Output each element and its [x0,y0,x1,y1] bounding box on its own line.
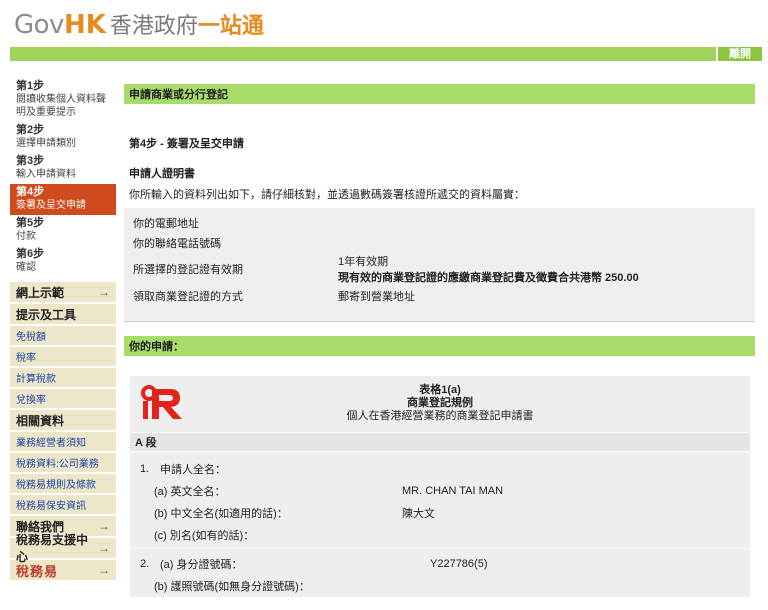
menu-link-etax-security[interactable]: 稅務易保安資訊 [10,495,116,516]
govhk-logo[interactable]: Gov HK 香港政府 一站通 [14,8,264,42]
arrow-right-icon: → [98,519,110,533]
question-label: 申請人全名： [160,464,226,476]
logo-hk-text: HK [63,10,106,40]
menu-link-label: 計算稅款 [16,374,56,385]
sidebar: 第1步 閱讀收集個人資料聲明及重要提示 第2步 選擇申請類別 第3步 輸入申請資… [10,78,116,580]
menu-header-tips-tools: 提示及工具 [10,304,116,326]
question-1: 1. 申請人全名： (a) 英文全名： MR. CHAN TAI MAN (b)… [130,452,750,546]
summary-box: 你的電郵地址 你的聯絡電話號碼 所選擇的登記證有效期 1年有效期 現有效的商業登… [124,208,755,322]
menu-support-centre[interactable]: 稅務易支援中心 → [10,533,116,564]
step-title: 第5步 [16,217,45,229]
menu-label: 網上示範 [16,285,65,300]
summary-value: 1年有效期 現有效的商業登記證的應繳商業登記費及徵費合共港幣 250.00 [338,253,746,285]
application-form: 表格1(a) 商業登記規例 個人在香港經營業務的商業登記申請書 A 段 1. 申… [130,376,750,597]
step-title: 第1步 [16,80,45,92]
validity-fee: 現有效的商業登記證的應繳商業登記費及徵費合共港幣 250.00 [338,272,639,284]
step-6: 第6步 確認 [10,246,116,277]
menu-link-label: 稅務易規則及條款 [16,480,96,491]
exit-button[interactable]: 離開 [716,47,762,61]
question-number: 2. [140,558,150,570]
step-4-active: 第4步 簽署及呈交申請 [10,184,116,215]
menu-link-label: 業務經營者須知 [16,438,86,449]
step-desc: 付款 [16,231,36,242]
menu-label: 相關資料 [16,413,65,428]
form-subtitle: 個人在香港經營業務的商業登記申請書 [346,410,534,422]
menu-link-label: 免稅額 [16,332,46,343]
step-title: 第3步 [16,155,45,167]
step-title: 第4步 [16,186,45,198]
step-title: 第6步 [16,248,45,260]
validity-period: 1年有效期 [338,256,389,268]
summary-row-validity: 所選擇的登記證有效期 1年有效期 現有效的商業登記證的應繳商業登記費及徵費合共港… [124,253,755,285]
menu-link-label: 稅務易保安資訊 [16,501,86,512]
step-heading: 第4步 - 簽署及呈交申請 [129,138,244,150]
summary-label: 你的電郵地址 [133,218,199,230]
summary-label: 領取商業登記證的方式 [133,291,243,303]
menu-link-tax-rates[interactable]: 稅率 [10,347,116,368]
field-label: (c) 別名(如有的話)： [154,530,255,542]
chinese-name-value: 陳大文 [402,508,435,520]
ird-logo-icon [140,384,186,429]
form-title: 表格1(a) 商業登記規例 個人在香港經營業務的商業登記申請書 [130,376,750,423]
arrow-right-icon: → [98,563,110,577]
menu-link-allowances[interactable]: 免稅額 [10,326,116,347]
summary-row-method: 領取商業登記證的方式 郵寄到營業地址 [124,285,755,307]
menu-link-label: 稅務資料:公司業務 [16,459,99,470]
arrow-right-icon: → [98,541,110,555]
side-menu: 網上示範 → 提示及工具 免稅額 稅率 計算稅款 兌換率 相關資料 業務經營者須… [10,282,116,580]
summary-label: 所選擇的登記證有效期 [133,264,243,276]
summary-label: 你的聯絡電話號碼 [133,238,221,250]
menu-header-related: 相關資料 [10,410,116,432]
menu-link-exchange-rates[interactable]: 兌換率 [10,389,116,410]
step-5: 第5步 付款 [10,215,116,246]
top-bar: 離開 [10,47,762,61]
english-name-value: MR. CHAN TAI MAN [402,485,504,497]
logo-zh-highlight-text: 一站通 [197,14,264,39]
form-number: 表格1(a) [419,384,461,396]
question-number: 1. [140,463,150,475]
your-application-bar: 你的申請： [124,336,755,356]
etax-calligraphy-logo: 稅務易 [16,564,59,580]
main-content: 申請商業或分行登記 第4步 - 簽署及呈交申請 申請人證明書 你所輸入的資料列出… [124,84,755,597]
field-label: (a) 身分證號碼： [160,559,243,571]
step-3: 第3步 輸入申請資料 [10,153,116,184]
logo-gov-text: Gov [14,10,64,40]
menu-link-tax-company[interactable]: 稅務資料:公司業務 [10,453,116,474]
arrow-right-icon: → [98,285,110,299]
summary-row-email: 你的電郵地址 [124,213,755,233]
id-number-value: Y227786(5) [430,558,488,570]
step-desc: 選擇申請類別 [16,138,76,149]
section-a-header: A 段 [130,432,750,452]
summary-row-phone: 你的聯絡電話號碼 [124,233,755,253]
menu-link-label: 稅率 [16,353,36,364]
section-title-bar: 申請商業或分行登記 [124,84,755,104]
declaration-heading: 申請人證明書 [129,168,195,180]
step-2: 第2步 選擇申請類別 [10,122,116,153]
menu-link-label: 兌換率 [16,395,46,406]
step-desc: 簽署及呈交申請 [16,200,86,211]
intro-text: 你所輸入的資料列出如下，請仔細核對，並透過數碼簽署核證所遞交的資料屬實： [129,189,525,201]
menu-online-demo[interactable]: 網上示範 → [10,282,116,304]
step-desc: 確認 [16,262,36,273]
menu-link-business-notes[interactable]: 業務經營者須知 [10,432,116,453]
field-label: (a) 英文全名： [154,486,226,498]
menu-link-etax-terms[interactable]: 稅務易規則及條款 [10,474,116,495]
form-header: 表格1(a) 商業登記規例 個人在香港經營業務的商業登記申請書 [130,376,750,432]
step-1: 第1步 閱讀收集個人資料聲明及重要提示 [10,78,116,122]
menu-label: 提示及工具 [16,307,77,322]
field-label: (b) 護照號碼(如無身分證號碼)： [154,581,310,593]
form-regulation: 商業登記規例 [407,397,473,409]
logo-zh-text: 香港政府 [109,14,198,39]
menu-link-tax-calculator[interactable]: 計算稅款 [10,368,116,389]
step-title: 第2步 [16,124,45,136]
step-desc: 閱讀收集個人資料聲明及重要提示 [16,94,106,118]
step-desc: 輸入申請資料 [16,169,76,180]
field-label: (b) 中文全名(如適用的話)： [154,508,288,520]
summary-value: 郵寄到營業地址 [338,291,415,303]
question-2: 2. (a) 身分證號碼： Y227786(5) (b) 護照號碼(如無身分證號… [130,551,750,597]
